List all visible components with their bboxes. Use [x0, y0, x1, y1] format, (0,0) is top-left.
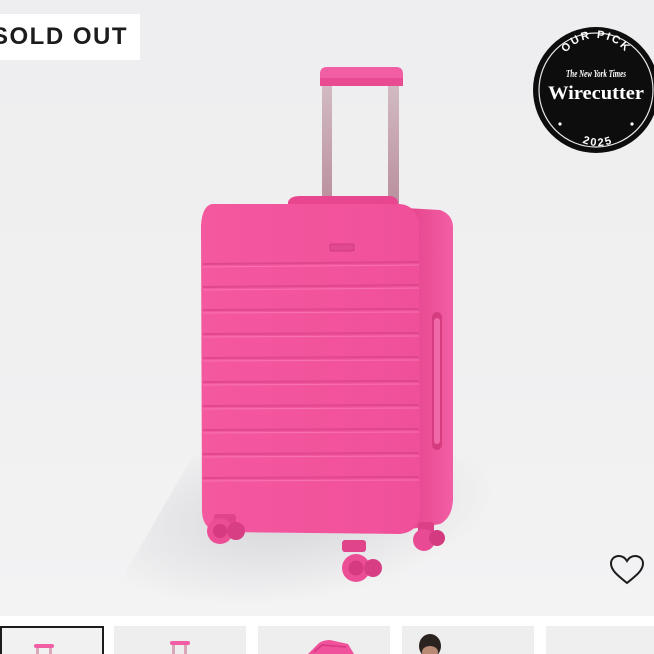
wishlist-button[interactable] — [608, 552, 646, 588]
product-hero: SOLD OUT OUR PICK The New York Times Wir… — [0, 0, 654, 616]
sold-out-badge: SOLD OUT — [0, 14, 140, 60]
thumbnail-4[interactable] — [402, 626, 534, 654]
badge-publisher: The New York Times — [566, 68, 626, 80]
wirecutter-award-badge: OUR PICK The New York Times Wirecutter 2… — [530, 20, 654, 160]
thumbnail-1[interactable] — [0, 626, 104, 654]
thumbnail-strip — [0, 626, 654, 654]
badge-name: Wirecutter — [548, 83, 645, 104]
thumbnail-2[interactable] — [114, 626, 246, 654]
thumbnail-5[interactable] — [546, 626, 654, 654]
sold-out-label: SOLD OUT — [0, 23, 128, 50]
heart-outline-icon — [609, 554, 645, 585]
suitcase-image[interactable] — [150, 60, 470, 595]
thumbnail-3[interactable] — [258, 626, 390, 654]
